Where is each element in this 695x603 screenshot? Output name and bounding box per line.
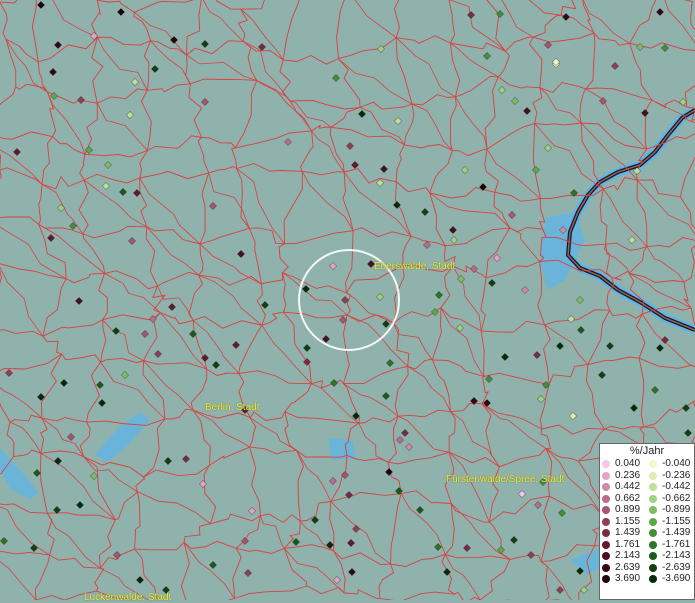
legend-entry: 0.236	[602, 470, 646, 482]
city-label-eberswalde: Eberswalde, Stadt	[374, 261, 455, 272]
legend-entry: -2.143	[649, 550, 695, 562]
legend-swatch	[649, 575, 657, 583]
legend-value: 2.639	[615, 562, 640, 574]
legend-entry: 1.439	[602, 527, 646, 539]
legend-value: -0.442	[662, 481, 690, 493]
legend-value: -2.639	[662, 562, 690, 574]
legend-row: 1.761 -1.761	[600, 539, 694, 551]
legend-value: -2.143	[662, 550, 690, 562]
legend-row: 2.639 -2.639	[600, 562, 694, 574]
city-label-fuerstenwalde: Fürstenwalde/Spree, Stadt	[446, 474, 564, 485]
legend-value: -0.236	[662, 470, 690, 482]
legend-swatch	[602, 483, 610, 491]
legend-swatch	[649, 483, 657, 491]
legend-value: -0.899	[662, 504, 690, 516]
legend-row: 3.690 -3.690	[600, 573, 694, 585]
legend-swatch	[649, 564, 657, 572]
legend-swatch	[602, 506, 610, 514]
legend-entry: 0.442	[602, 481, 646, 493]
legend-value: -0.040	[662, 458, 690, 470]
legend-row: 0.442 -0.442	[600, 481, 694, 493]
legend-value: 2.143	[615, 550, 640, 562]
legend-entry: -0.442	[649, 481, 695, 493]
legend-value: -0.662	[662, 493, 690, 505]
legend-value: 0.236	[615, 470, 640, 482]
legend-row: 0.662 -0.662	[600, 493, 694, 505]
legend-entry: -0.662	[649, 493, 695, 505]
legend-value: -1.761	[662, 539, 690, 551]
legend-row: 0.040 -0.040	[600, 458, 694, 470]
legend-swatch	[649, 552, 657, 560]
legend-entry: -1.155	[649, 516, 695, 528]
legend-entry: -3.690	[649, 573, 695, 585]
legend-row: 1.439 -1.439	[600, 527, 694, 539]
legend: %/Jahr 0.040 -0.040 0.236 -0.236 0.442 -0.442…	[599, 443, 695, 600]
legend-swatch	[649, 541, 657, 549]
legend-entry: 0.899	[602, 504, 646, 516]
legend-swatch	[602, 518, 610, 526]
legend-row: 2.143 -2.143	[600, 550, 694, 562]
legend-swatch	[602, 472, 610, 480]
legend-swatch	[649, 472, 657, 480]
legend-entry: -2.639	[649, 562, 695, 574]
legend-value: 0.899	[615, 504, 640, 516]
legend-entry: 2.143	[602, 550, 646, 562]
legend-value: -1.439	[662, 527, 690, 539]
legend-swatch	[602, 575, 610, 583]
city-label-luckenwalde: Luckenwalde, Stadt	[84, 592, 171, 603]
legend-rows: 0.040 -0.040 0.236 -0.236 0.442 -0.442 0.662 -0…	[600, 458, 694, 585]
legend-entry: -1.761	[649, 539, 695, 551]
legend-swatch	[602, 529, 610, 537]
legend-title: %/Jahr	[600, 444, 694, 458]
legend-value: 0.442	[615, 481, 640, 493]
legend-entry: -0.040	[649, 458, 695, 470]
legend-swatch	[649, 529, 657, 537]
legend-swatch	[649, 460, 657, 468]
legend-entry: -1.439	[649, 527, 695, 539]
legend-entry: 0.040	[602, 458, 646, 470]
legend-value: 1.155	[615, 516, 640, 528]
legend-swatch	[602, 552, 610, 560]
legend-entry: 0.662	[602, 493, 646, 505]
legend-swatch	[649, 506, 657, 514]
city-label-berlin: Berlin, Stadt	[205, 402, 259, 413]
legend-value: 1.761	[615, 539, 640, 551]
legend-row: 0.236 -0.236	[600, 470, 694, 482]
legend-value: 1.439	[615, 527, 640, 539]
legend-row: 1.155 -1.155	[600, 516, 694, 528]
legend-swatch	[602, 495, 610, 503]
legend-value: -3.690	[662, 573, 690, 585]
legend-swatch	[602, 460, 610, 468]
legend-entry: 2.639	[602, 562, 646, 574]
legend-swatch	[602, 541, 610, 549]
legend-row: 0.899 -0.899	[600, 504, 694, 516]
legend-entry: 1.761	[602, 539, 646, 551]
legend-value: 0.662	[615, 493, 640, 505]
legend-value: -1.155	[662, 516, 690, 528]
legend-swatch	[649, 495, 657, 503]
legend-value: 3.690	[615, 573, 640, 585]
map-canvas[interactable]	[0, 0, 695, 600]
legend-value: 0.040	[615, 458, 640, 470]
legend-entry: 1.155	[602, 516, 646, 528]
legend-entry: -0.236	[649, 470, 695, 482]
legend-entry: -0.899	[649, 504, 695, 516]
legend-entry: 3.690	[602, 573, 646, 585]
legend-swatch	[649, 518, 657, 526]
legend-swatch	[602, 564, 610, 572]
